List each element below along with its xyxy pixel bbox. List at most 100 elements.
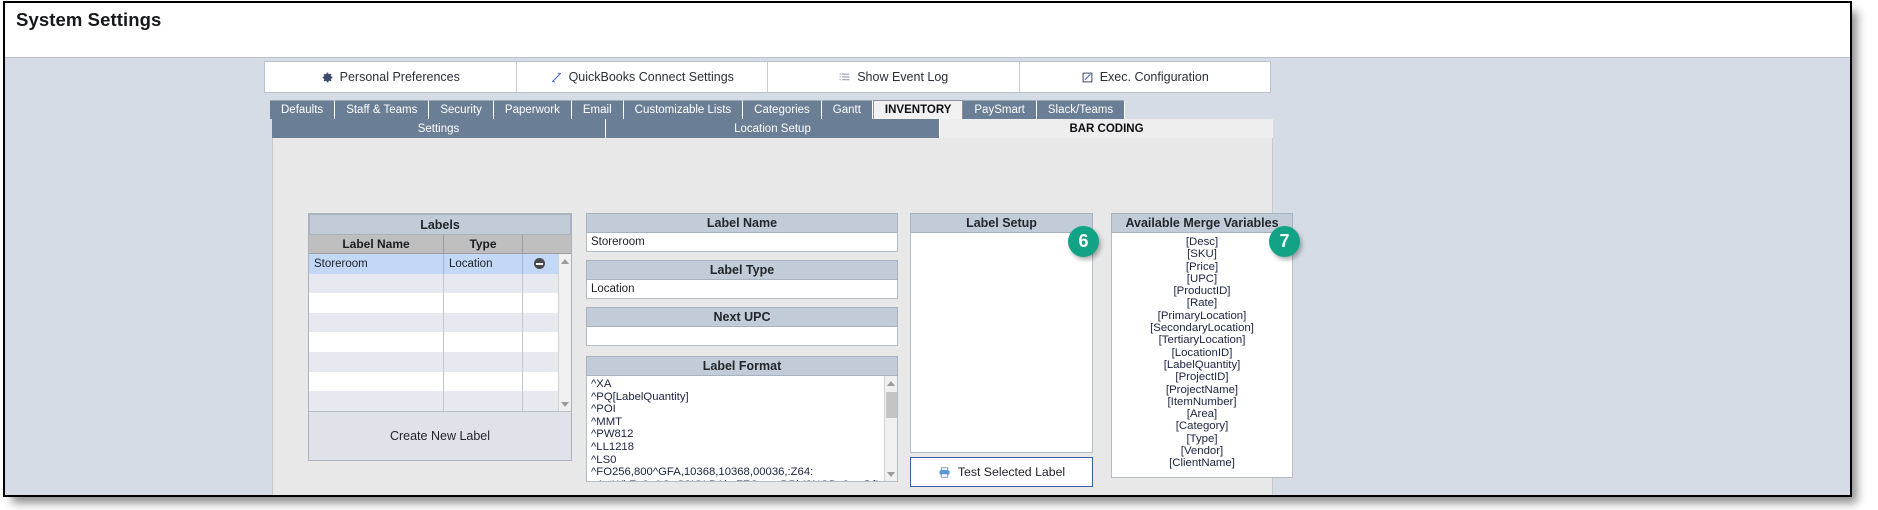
scroll-up-arrow-icon[interactable] <box>885 377 897 389</box>
tab-paperwork-label: Paperwork <box>504 104 560 116</box>
tab-security-label: Security <box>440 104 482 116</box>
tab-gantt[interactable]: Gantt <box>821 100 873 119</box>
label-setup-body[interactable] <box>910 233 1093 453</box>
table-row[interactable] <box>309 391 571 411</box>
table-row[interactable] <box>309 273 571 294</box>
tab-paysmart-label: PaySmart <box>974 104 1025 116</box>
labels-column-headers: Label Name Type <box>309 235 571 254</box>
list-item[interactable]: [Desc] <box>1112 236 1292 248</box>
labels-list-scrollbar[interactable] <box>558 254 571 411</box>
tab-inventory[interactable]: INVENTORY <box>872 100 964 119</box>
tab-inventory-label: INVENTORY <box>884 104 952 116</box>
scroll-down-arrow-icon[interactable] <box>559 398 571 410</box>
column-header-label-name: Label Name <box>309 235 444 253</box>
cell-type <box>444 371 523 392</box>
remove-circle-icon[interactable] <box>534 258 545 270</box>
cell-actions <box>523 254 556 274</box>
list-item[interactable]: [ProjectName] <box>1112 384 1292 396</box>
scrollbar-thumb[interactable] <box>886 392 897 418</box>
list-item[interactable]: [Price] <box>1112 261 1292 273</box>
cell-label-name <box>309 391 444 411</box>
tab-staff-and-teams-label: Staff & Teams <box>346 104 418 116</box>
list-item[interactable]: [TertiaryLocation] <box>1112 334 1292 346</box>
tab-gantt-label: Gantt <box>832 104 861 116</box>
list-item[interactable]: [UPC] <box>1112 273 1292 285</box>
cell-label-name <box>309 332 444 352</box>
show-event-log-button[interactable]: Show Event Log <box>768 62 1020 92</box>
label-type-input[interactable] <box>586 280 898 299</box>
list-item[interactable]: [ClientName] <box>1112 457 1292 469</box>
cell-type <box>444 351 523 372</box>
subtab-bar-coding[interactable]: BAR CODING <box>940 119 1273 138</box>
list-item[interactable]: [Area] <box>1112 408 1292 420</box>
cell-label-name <box>309 273 444 294</box>
test-selected-label-button[interactable]: Test Selected Label <box>910 457 1093 487</box>
list-item[interactable]: [Category] <box>1112 420 1292 432</box>
list-item[interactable]: [ItemNumber] <box>1112 396 1292 408</box>
table-row[interactable] <box>309 351 571 372</box>
subtab-bar-coding-label: BAR CODING <box>1069 122 1144 135</box>
subtab-settings[interactable]: Settings <box>272 119 606 138</box>
cell-label-name <box>309 351 444 372</box>
label-format-content: ^XA ^PQ[LabelQuantity] ^POI ^MMT ^PW812 … <box>591 378 881 481</box>
cell-type <box>444 273 523 294</box>
list-item[interactable]: [Rate] <box>1112 297 1292 309</box>
bar-coding-panel: Labels Label Name Type Storeroom Locatio… <box>272 138 1293 495</box>
tab-slack-teams[interactable]: Slack/Teams <box>1036 100 1126 119</box>
cell-type <box>444 332 523 352</box>
step-badge-6: 6 <box>1068 226 1099 257</box>
merge-variables-header: Available Merge Variables <box>1111 213 1293 233</box>
personal-preferences-button[interactable]: Personal Preferences <box>265 62 517 92</box>
column-header-actions <box>523 235 556 253</box>
sub-tab-bar: Settings Location Setup BAR CODING <box>272 119 1273 138</box>
table-row[interactable] <box>309 332 571 352</box>
list-item[interactable]: [ProjectID] <box>1112 371 1292 383</box>
labels-grid: Label Name Type Storeroom Location <box>309 235 571 411</box>
label-name-header: Label Name <box>586 213 898 233</box>
label-format-header: Label Format <box>586 356 898 376</box>
tab-paperwork[interactable]: Paperwork <box>493 100 572 119</box>
tab-defaults[interactable]: Defaults <box>270 100 336 119</box>
tab-categories[interactable]: Categories <box>743 100 822 119</box>
scroll-up-arrow-icon[interactable] <box>559 255 571 267</box>
action-button-bar: Personal Preferences QuickBooks Connect … <box>264 61 1271 93</box>
list-item[interactable]: [ProductID] <box>1112 285 1292 297</box>
tab-staff-and-teams[interactable]: Staff & Teams <box>335 100 430 119</box>
list-item[interactable]: [SKU] <box>1112 248 1292 260</box>
label-format-scrollbar[interactable] <box>884 376 897 481</box>
tab-security[interactable]: Security <box>429 100 494 119</box>
personal-preferences-label: Personal Preferences <box>339 70 460 84</box>
scroll-down-arrow-icon[interactable] <box>885 468 897 480</box>
label-name-input[interactable] <box>586 233 898 252</box>
list-item[interactable]: [LabelQuantity] <box>1112 359 1292 371</box>
primary-tab-bar: Defaults Staff & Teams Security Paperwor… <box>270 100 1126 119</box>
cell-actions <box>523 372 556 392</box>
list-item[interactable]: [Vendor] <box>1112 445 1292 457</box>
table-row[interactable] <box>309 371 571 392</box>
list-item[interactable]: [PrimaryLocation] <box>1112 310 1292 322</box>
list-item[interactable]: [LocationID] <box>1112 347 1292 359</box>
exec-configuration-button[interactable]: Exec. Configuration <box>1019 62 1270 92</box>
step-badge-7: 7 <box>1269 226 1300 257</box>
subtab-location-setup[interactable]: Location Setup <box>606 119 940 138</box>
label-setup-panel: Label Setup Test Selected Label <box>910 213 1093 487</box>
tab-email[interactable]: Email <box>571 100 624 119</box>
label-format-textarea[interactable]: ^XA ^PQ[LabelQuantity] ^POI ^MMT ^PW812 … <box>586 376 898 482</box>
next-upc-input[interactable] <box>586 327 898 346</box>
table-row[interactable] <box>309 293 571 313</box>
labels-panel-title: Labels <box>309 214 571 235</box>
table-row[interactable] <box>309 312 571 333</box>
test-selected-label-text: Test Selected Label <box>957 465 1066 479</box>
create-new-label-button[interactable]: Create New Label <box>309 411 571 460</box>
subtab-settings-label: Settings <box>417 122 460 135</box>
table-row[interactable]: Storeroom Location <box>309 254 571 274</box>
column-header-type: Type <box>444 235 523 253</box>
cell-type <box>444 391 523 411</box>
list-item[interactable]: [SecondaryLocation] <box>1112 322 1292 334</box>
application-window: System Settings Personal Preferences Qui… <box>3 1 1852 497</box>
tab-paysmart[interactable]: PaySmart <box>963 100 1037 119</box>
tab-customizable-lists[interactable]: Customizable Lists <box>623 100 744 119</box>
quickbooks-connect-settings-button[interactable]: QuickBooks Connect Settings <box>516 62 768 92</box>
cell-actions <box>523 391 556 411</box>
list-item[interactable]: [Type] <box>1112 433 1292 445</box>
